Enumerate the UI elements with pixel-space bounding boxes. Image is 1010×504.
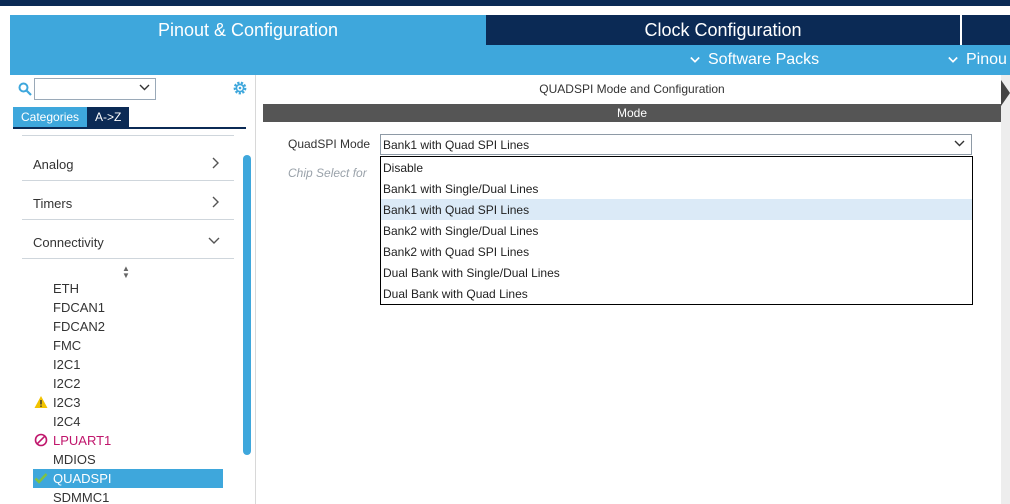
peripheral-quadspi[interactable]: QUADSPI bbox=[33, 469, 223, 488]
category-view-tabs: Categories A->Z bbox=[13, 107, 130, 127]
peripheral-sdmmc1[interactable]: SDMMC1 bbox=[33, 488, 223, 504]
group-connectivity[interactable]: Connectivity bbox=[22, 221, 234, 259]
peripheral-mdios[interactable]: MDIOS bbox=[33, 450, 223, 469]
peripheral-i2c4[interactable]: I2C4 bbox=[33, 412, 223, 431]
chevron-down-icon bbox=[948, 56, 958, 63]
quadspi-mode-label: QuadSPI Mode bbox=[288, 137, 371, 151]
peripheral-label: LPUART1 bbox=[53, 433, 112, 448]
sub-toolbar: Software Packs Pinou bbox=[10, 45, 1010, 75]
software-packs-menu[interactable]: Software Packs bbox=[690, 45, 819, 75]
peripheral-label: FDCAN1 bbox=[53, 300, 106, 315]
divider bbox=[22, 135, 234, 136]
software-packs-label: Software Packs bbox=[708, 51, 820, 68]
peripheral-i2c3[interactable]: I2C3 bbox=[33, 393, 223, 412]
pinout-menu[interactable]: Pinou bbox=[948, 45, 1007, 75]
configuration-panel: QUADSPI Mode and Configuration Mode Quad… bbox=[263, 75, 1001, 504]
panel-title: QUADSPI Mode and Configuration bbox=[539, 82, 725, 96]
chevron-down-icon bbox=[954, 140, 965, 147]
chevron-down-icon bbox=[690, 56, 700, 63]
peripheral-eth[interactable]: ETH bbox=[33, 279, 223, 298]
peripheral-i2c1[interactable]: I2C1 bbox=[33, 355, 223, 374]
peripheral-i2c2[interactable]: I2C2 bbox=[33, 374, 223, 393]
group-timers[interactable]: Timers bbox=[22, 182, 234, 220]
mode-section-header[interactable]: Mode bbox=[263, 104, 1001, 122]
peripheral-label: MDIOS bbox=[53, 452, 96, 467]
warning-icon bbox=[34, 396, 48, 408]
peripheral-label: ETH bbox=[53, 281, 79, 296]
chevron-right-icon bbox=[212, 157, 219, 169]
group-analog[interactable]: Analog bbox=[22, 143, 234, 181]
pinout-menu-label: Pinou bbox=[966, 51, 1007, 68]
option-bank1-quad[interactable]: Bank1 with Quad SPI Lines bbox=[381, 199, 972, 220]
chevron-right-icon bbox=[212, 196, 219, 208]
chip-select-hint: Chip Select for bbox=[288, 166, 367, 180]
peripheral-label: I2C1 bbox=[53, 357, 81, 372]
option-dual-bank-single-dual[interactable]: Dual Bank with Single/Dual Lines bbox=[381, 262, 972, 283]
category-tree: Analog Timers Connectivity ▲ ▼ ETH FDCAN1… bbox=[10, 129, 256, 504]
peripheral-label: I2C4 bbox=[53, 414, 81, 429]
option-disable[interactable]: Disable bbox=[381, 157, 972, 178]
group-label: Analog bbox=[33, 157, 74, 172]
peripheral-label: FMC bbox=[53, 338, 82, 353]
group-label: Timers bbox=[33, 196, 73, 211]
peripheral-label: SDMMC1 bbox=[53, 490, 110, 504]
peripheral-label: I2C3 bbox=[53, 395, 81, 410]
collapse-arrow-icon[interactable] bbox=[1001, 80, 1010, 106]
peripheral-fdcan2[interactable]: FDCAN2 bbox=[33, 317, 223, 336]
quadspi-mode-value: Bank1 with Quad SPI Lines bbox=[383, 138, 530, 152]
tab-categories[interactable]: Categories bbox=[13, 107, 88, 127]
top-strip bbox=[0, 0, 1010, 6]
peripheral-lpuart1[interactable]: LPUART1 bbox=[33, 431, 223, 450]
checkmark-icon bbox=[34, 473, 48, 484]
side-splitter[interactable] bbox=[1001, 75, 1010, 504]
quadspi-mode-dropdown: Disable Bank1 with Single/Dual Lines Ban… bbox=[380, 156, 973, 305]
peripheral-label: I2C2 bbox=[53, 376, 81, 391]
quadspi-mode-select[interactable]: Bank1 with Quad SPI Lines bbox=[380, 134, 972, 155]
peripheral-label: FDCAN2 bbox=[53, 319, 106, 334]
chevron-down-icon bbox=[208, 237, 220, 244]
tab-extra[interactable] bbox=[962, 15, 1010, 45]
main-tabbar: Pinout & Configuration Clock Configurati… bbox=[10, 15, 1010, 45]
peripheral-label: QUADSPI bbox=[53, 471, 112, 486]
peripheral-fmc[interactable]: FMC bbox=[33, 336, 223, 355]
categories-panel: Categories A->Z Analog Timers Connectivi… bbox=[10, 75, 256, 504]
chevron-down-icon bbox=[139, 84, 150, 91]
group-label: Connectivity bbox=[33, 235, 104, 250]
gear-icon[interactable] bbox=[231, 79, 249, 97]
search-combobox[interactable] bbox=[34, 78, 156, 100]
option-bank2-single-dual[interactable]: Bank2 with Single/Dual Lines bbox=[381, 220, 972, 241]
option-bank1-single-dual[interactable]: Bank1 with Single/Dual Lines bbox=[381, 178, 972, 199]
tab-clock-configuration[interactable]: Clock Configuration bbox=[486, 15, 960, 45]
search-icon[interactable] bbox=[18, 82, 32, 96]
option-dual-bank-quad[interactable]: Dual Bank with Quad Lines bbox=[381, 283, 972, 304]
tab-pinout-configuration[interactable]: Pinout & Configuration bbox=[10, 15, 486, 45]
tree-scrollbar[interactable] bbox=[243, 155, 251, 455]
option-bank2-quad[interactable]: Bank2 with Quad SPI Lines bbox=[381, 241, 972, 262]
tab-a-z[interactable]: A->Z bbox=[87, 107, 130, 127]
sort-arrows-icon[interactable]: ▲ ▼ bbox=[122, 265, 130, 280]
peripheral-fdcan1[interactable]: FDCAN1 bbox=[33, 298, 223, 317]
blocked-icon bbox=[34, 433, 48, 447]
